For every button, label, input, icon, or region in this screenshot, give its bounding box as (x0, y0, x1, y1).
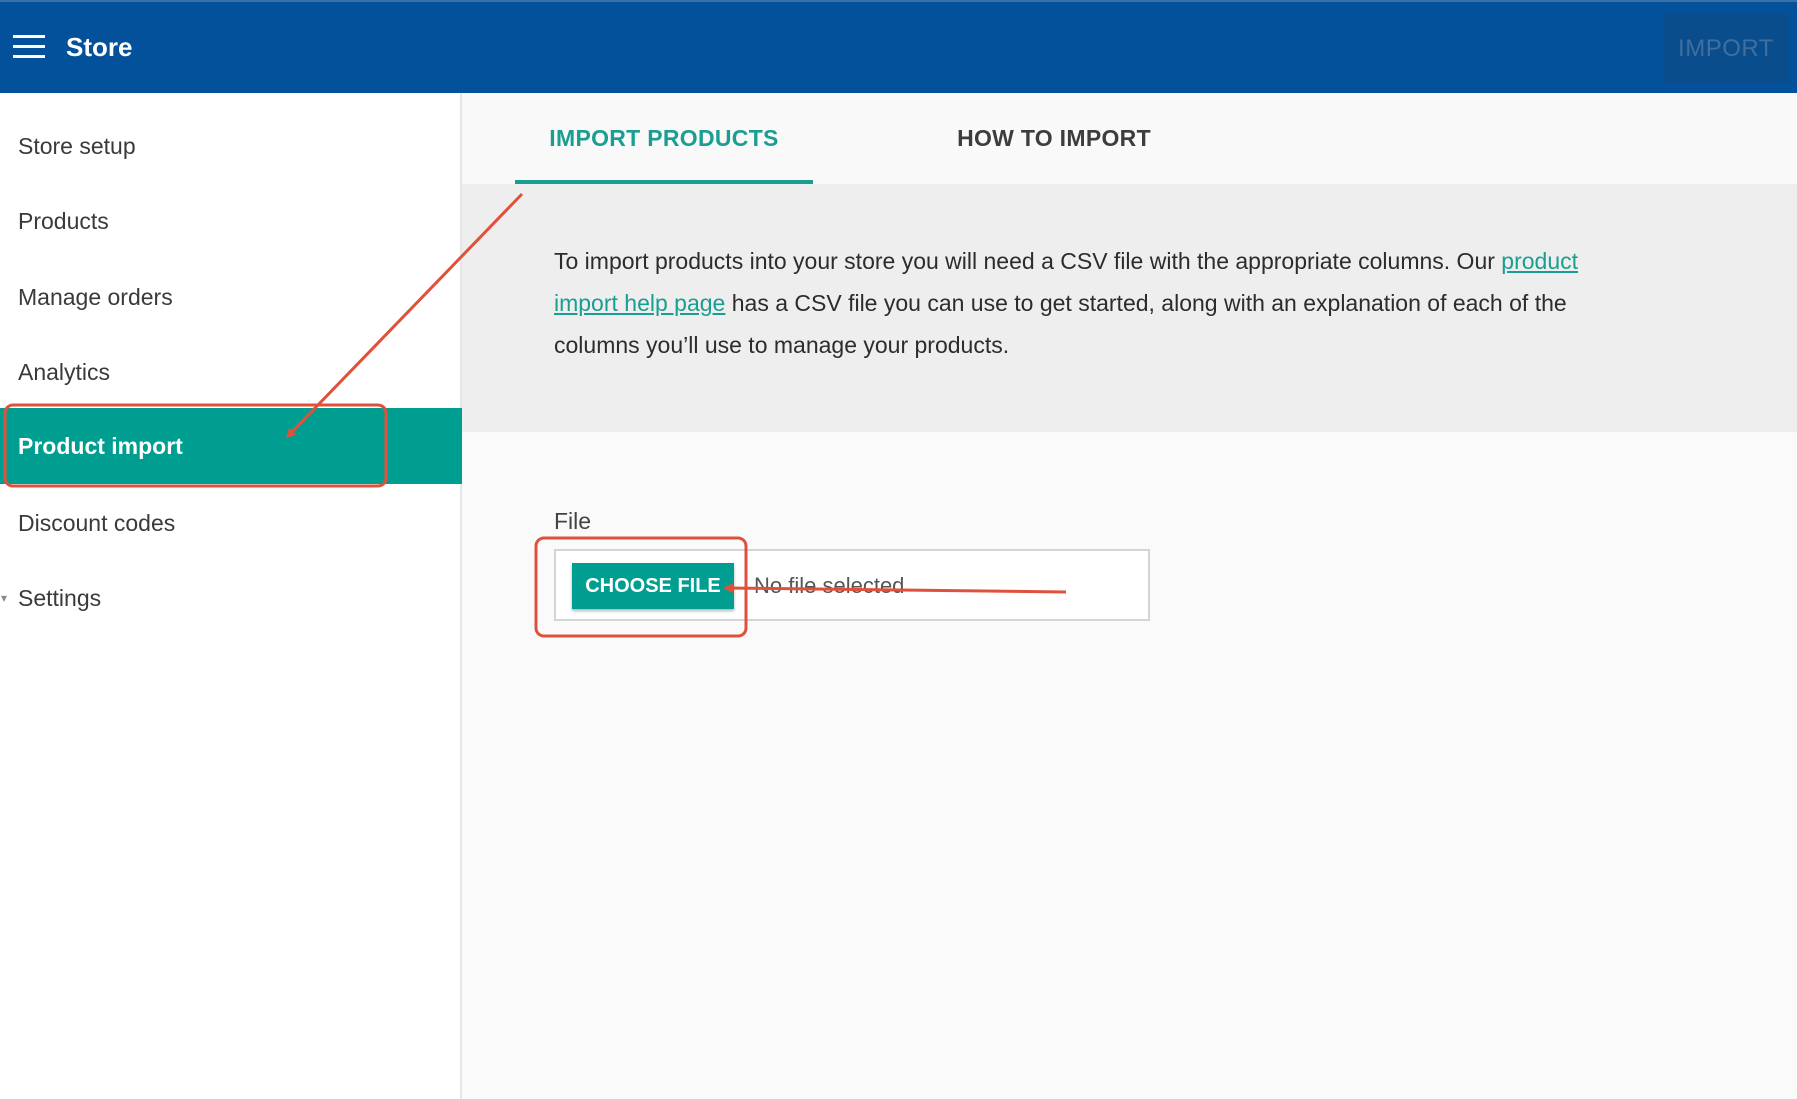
info-text: To import products into your store you w… (554, 240, 1634, 366)
sidebar-item-settings-label: Settings (18, 585, 102, 611)
sidebar-item-products[interactable]: Products (0, 183, 462, 259)
info-panel: To import products into your store you w… (462, 184, 1797, 432)
app-title: Store (66, 32, 133, 62)
sidebar-item-analytics[interactable]: Analytics (0, 334, 462, 410)
import-button[interactable]: IMPORT (1663, 14, 1789, 84)
sidebar-item-settings[interactable]: ▾ Settings (0, 560, 462, 636)
file-label: File (554, 508, 592, 534)
tabs-bar: IMPORT PRODUCTS HOW TO IMPORT (462, 93, 1797, 184)
tab-how-to-import[interactable]: HOW TO IMPORT (864, 93, 1244, 184)
file-status: No file selected (754, 573, 905, 598)
sidebar-item-discount-codes[interactable]: Discount codes (0, 485, 462, 561)
app-header: Store IMPORT (0, 0, 1797, 93)
sidebar-item-manage-orders[interactable]: Manage orders (0, 259, 462, 335)
file-input[interactable]: CHOOSE FILE No file selected (554, 549, 1150, 621)
caret-icon: ▾ (1, 591, 8, 605)
tab-import-products[interactable]: IMPORT PRODUCTS (515, 93, 813, 184)
sidebar-item-store-setup[interactable]: Store setup (0, 108, 462, 184)
info-text-intro: To import products into your store you w… (554, 248, 1502, 274)
choose-file-button[interactable]: CHOOSE FILE (572, 563, 734, 609)
sidebar-item-product-import[interactable]: Product import (0, 408, 462, 484)
hamburger-menu-icon[interactable] (13, 35, 45, 61)
sidebar: Store setup Products Manage orders Analy… (0, 93, 462, 1099)
